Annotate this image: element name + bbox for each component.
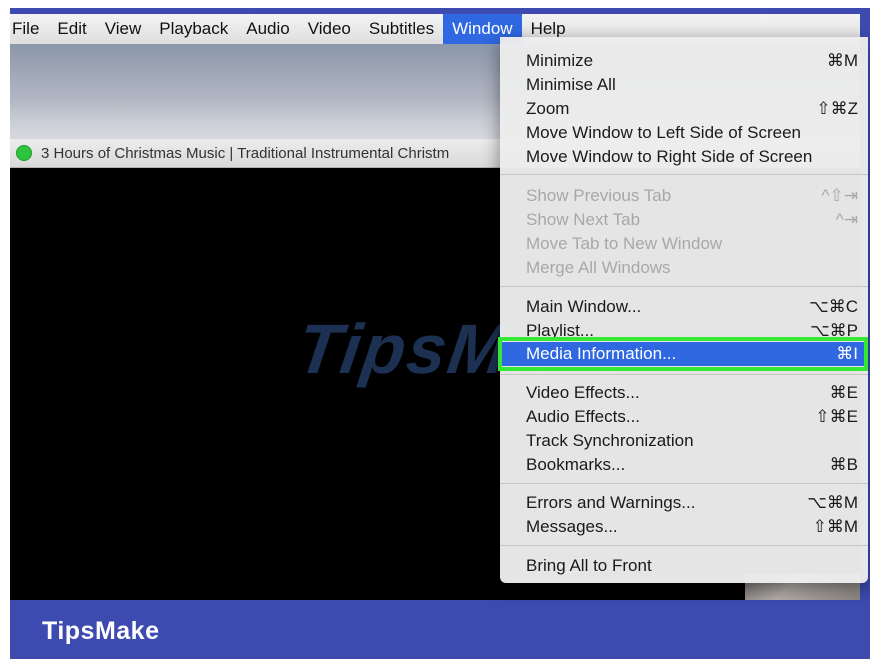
menu-item-move-tab-new-window: Move Tab to New Window — [526, 234, 723, 253]
menu-item-show-previous-tab: Show Previous Tab ^⇧⇥ — [526, 186, 858, 205]
brand-logo-text: TipsMake — [42, 617, 160, 645]
menu-view[interactable]: View — [96, 14, 151, 44]
menu-item-messages[interactable]: Messages... ⇧⌘M — [500, 515, 868, 539]
menu-item-minimise-all[interactable]: Minimise All — [500, 73, 868, 97]
menu-item-show-next-tab: Show Next Tab ^⇥ — [526, 210, 858, 229]
menu-item-bring-all-to-front[interactable]: Bring All to Front — [500, 554, 868, 578]
menu-edit[interactable]: Edit — [48, 14, 95, 44]
menu-item-track-synchronization[interactable]: Track Synchronization — [500, 429, 868, 453]
menu-item-errors-warnings[interactable]: Errors and Warnings... ⌥⌘M — [500, 491, 868, 515]
callout-highlight-box — [498, 337, 868, 371]
zoom-window-button[interactable] — [16, 145, 32, 161]
menu-file[interactable]: File — [10, 14, 48, 44]
menu-item-move-left[interactable]: Move Window to Left Side of Screen — [500, 121, 868, 145]
player-title: 3 Hours of Christmas Music | Traditional… — [41, 144, 450, 162]
menu-separator — [500, 286, 868, 287]
menu-video[interactable]: Video — [299, 14, 360, 44]
menu-separator — [500, 174, 868, 175]
menu-audio[interactable]: Audio — [237, 14, 298, 44]
menu-item-move-right[interactable]: Move Window to Right Side of Screen — [500, 145, 868, 169]
menu-item-minimize[interactable]: Minimize ⌘M — [500, 49, 868, 73]
menu-item-audio-effects[interactable]: Audio Effects... ⇧⌘E — [500, 405, 868, 429]
menu-item-video-effects[interactable]: Video Effects... ⌘E — [500, 381, 868, 405]
menu-item-bookmarks[interactable]: Bookmarks... ⌘B — [500, 453, 868, 477]
menu-separator — [500, 545, 868, 546]
menu-item-main-window[interactable]: Main Window... ⌥⌘C — [500, 295, 868, 319]
menu-item-merge-all-windows: Merge All Windows — [526, 258, 671, 277]
menu-subtitles[interactable]: Subtitles — [360, 14, 443, 44]
menu-item-zoom[interactable]: Zoom ⇧⌘Z — [500, 97, 868, 121]
window-menu-dropdown: Minimize ⌘M Minimise All Zoom ⇧⌘Z Move W… — [500, 37, 868, 583]
menu-separator — [500, 483, 868, 484]
menu-playback[interactable]: Playback — [150, 14, 237, 44]
menu-separator — [500, 374, 868, 375]
